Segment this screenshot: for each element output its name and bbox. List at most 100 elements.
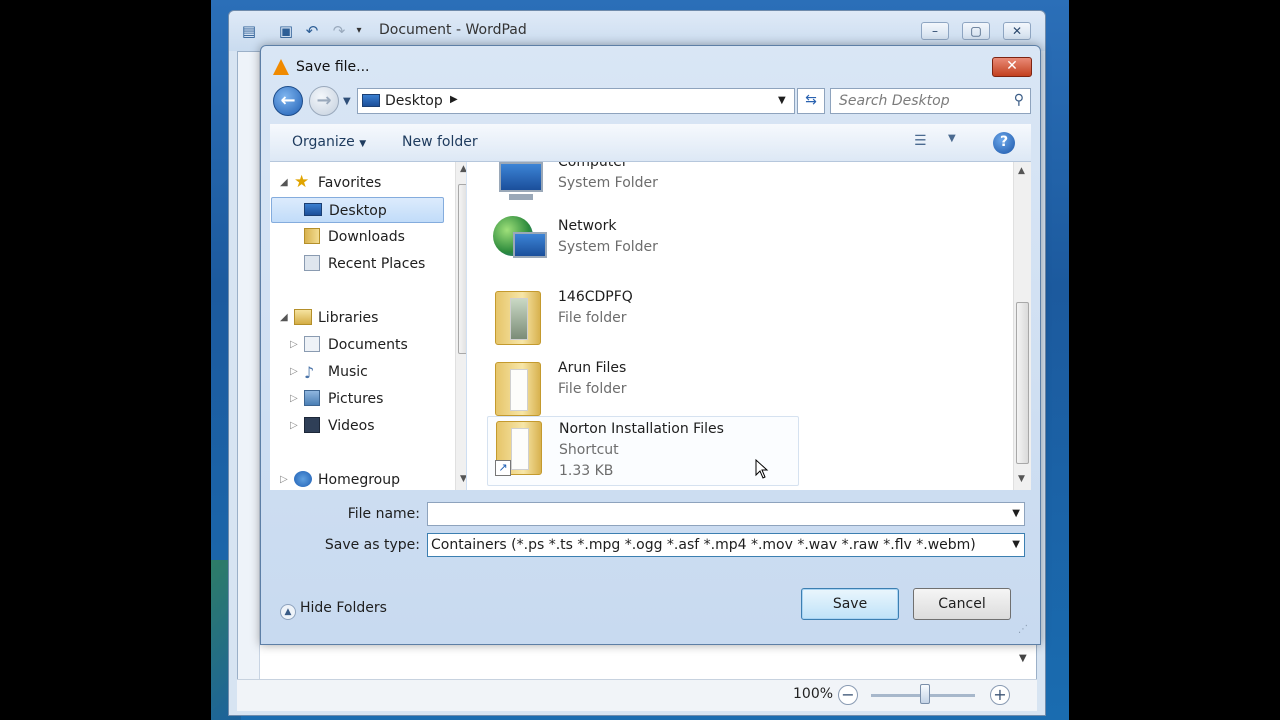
nav-music[interactable]: ▷ ♪ Music (270, 359, 450, 385)
save-type-dropdown-icon[interactable]: ▼ (1012, 539, 1020, 550)
recent-places-icon (304, 255, 320, 271)
pictures-icon (304, 390, 320, 406)
collapse-icon[interactable]: ◢ (280, 170, 288, 196)
dialog-titlebar: Save file... ✕ (261, 46, 1040, 86)
organize-button[interactable]: Organize ▼ (292, 134, 366, 150)
file-type: File folder (558, 381, 627, 397)
scroll-up-icon[interactable]: ▲ (1018, 166, 1025, 176)
nav-homegroup-label: Homegroup (318, 472, 401, 488)
save-type-label: Save as type: (324, 537, 420, 553)
list-item[interactable]: ↗ Norton Installation Files Shortcut 1.3… (487, 416, 799, 486)
file-scrollbar-thumb[interactable] (1016, 302, 1029, 464)
nav-documents[interactable]: ▷ Documents (270, 332, 450, 358)
zoom-slider-thumb[interactable] (920, 684, 930, 704)
nav-scrollbar[interactable]: ▲ ▼ (455, 162, 466, 490)
zoom-out-button[interactable]: − (838, 685, 858, 705)
hide-folders-button[interactable]: ▲ Hide Folders (280, 600, 387, 620)
nav-desktop[interactable]: Desktop (271, 197, 444, 223)
change-view-icon[interactable]: ☰ (914, 133, 936, 153)
network-icon (493, 216, 547, 270)
save-type-select[interactable]: Containers (*.ps *.ts *.mpg *.ogg *.asf … (427, 533, 1025, 557)
resize-grip-icon[interactable]: ⋰ (1018, 624, 1028, 635)
nav-libraries[interactable]: ◢ Libraries (270, 305, 450, 331)
wordpad-close-button[interactable]: ✕ (1003, 22, 1031, 40)
view-dropdown-icon[interactable]: ▼ (948, 133, 970, 153)
shortcut-arrow-icon: ↗ (495, 460, 511, 476)
file-name-field[interactable]: ▼ (427, 502, 1025, 526)
wordpad-app-icon[interactable]: ▤ (239, 21, 259, 41)
address-desktop-crumb[interactable]: Desktop (385, 93, 443, 109)
save-type-value: Containers (*.ps *.ts *.mpg *.ogg *.asf … (431, 537, 976, 553)
refresh-button[interactable]: ⇆ (797, 88, 825, 114)
search-input[interactable]: Search Desktop (839, 93, 950, 109)
vlc-cone-icon (273, 59, 289, 75)
file-type: Shortcut (559, 442, 619, 458)
expand-icon[interactable]: ▷ (290, 386, 298, 412)
maximize-button[interactable]: ▢ (962, 22, 990, 40)
file-name: Computer (558, 162, 628, 170)
back-button[interactable]: ← (273, 86, 303, 116)
nav-downloads[interactable]: Downloads (270, 224, 450, 250)
nav-recent-places-label: Recent Places (328, 256, 426, 272)
save-file-dialog: Save file... ✕ ← → ▼ Desktop ▶ ▼ ⇆ Searc… (260, 45, 1041, 645)
nav-videos[interactable]: ▷ Videos (270, 413, 450, 439)
nav-downloads-label: Downloads (328, 229, 405, 245)
nav-favorites[interactable]: ◢ ★ Favorites (270, 170, 450, 196)
nav-recent-places[interactable]: Recent Places (270, 251, 450, 277)
list-item[interactable]: Network System Folder (487, 212, 799, 280)
dialog-title: Save file... (296, 59, 370, 75)
save-quick-icon[interactable]: ▣ (276, 21, 296, 41)
list-item[interactable]: Arun Files File folder (487, 354, 799, 422)
dialog-close-button[interactable]: ✕ (992, 57, 1032, 77)
expand-icon[interactable]: ▷ (290, 413, 298, 439)
file-name-label: File name: (347, 506, 420, 522)
minimize-button[interactable]: – (921, 22, 949, 40)
nav-homegroup[interactable]: ▷ Homegroup (270, 467, 450, 490)
nav-pictures-label: Pictures (328, 391, 384, 407)
redo-icon[interactable]: ↷ (329, 21, 349, 41)
scroll-up-icon[interactable]: ▲ (460, 164, 466, 174)
search-icon[interactable]: ⚲ (1014, 92, 1024, 108)
computer-icon (493, 162, 545, 214)
nav-desktop-label: Desktop (329, 203, 387, 219)
chevron-up-icon: ▲ (280, 604, 296, 620)
mouse-cursor-icon (755, 458, 769, 479)
scroll-down-icon[interactable]: ▼ (460, 474, 466, 484)
save-button[interactable]: Save (801, 588, 899, 620)
zoom-in-button[interactable]: + (990, 685, 1010, 705)
cancel-button[interactable]: Cancel (913, 588, 1011, 620)
file-list-scrollbar[interactable]: ▲ ▼ (1013, 162, 1031, 490)
expand-icon[interactable]: ▷ (280, 467, 288, 490)
breadcrumb-arrow-icon[interactable]: ▶ (450, 94, 458, 105)
zoom-level: 100% (793, 686, 834, 702)
desktop-icon (362, 94, 380, 107)
file-type: System Folder (558, 175, 658, 191)
nav-scrollbar-thumb[interactable] (458, 184, 466, 354)
scroll-down-icon[interactable]: ▼ (1019, 653, 1027, 664)
quick-access-dropdown-icon[interactable]: ▾ (349, 21, 369, 41)
search-box[interactable]: Search Desktop ⚲ (830, 88, 1031, 114)
file-name: 146CDPFQ (558, 289, 633, 305)
command-bar: Organize ▼ New folder ☰ ▼ ? (270, 124, 1031, 162)
expand-icon[interactable]: ▷ (290, 359, 298, 385)
expand-icon[interactable]: ▷ (290, 332, 298, 358)
file-name-dropdown-icon[interactable]: ▼ (1012, 508, 1020, 519)
list-item[interactable]: 146CDPFQ File folder (487, 283, 799, 351)
nav-pictures[interactable]: ▷ Pictures (270, 386, 450, 412)
new-folder-button[interactable]: New folder (402, 134, 478, 150)
file-list: Computer System Folder Network System Fo… (467, 162, 1031, 490)
navigation-pane: ◢ ★ Favorites Desktop Downloads Recent P… (270, 162, 466, 490)
status-bar: 100% − + (237, 679, 1037, 711)
address-dropdown-icon[interactable]: ▼ (778, 95, 786, 106)
list-item[interactable]: Computer System Folder (487, 162, 799, 216)
collapse-icon[interactable]: ◢ (280, 305, 288, 331)
scroll-down-icon[interactable]: ▼ (1018, 474, 1025, 484)
recent-locations-dropdown-icon[interactable]: ▼ (343, 96, 351, 107)
desktop-icon (304, 203, 322, 216)
folder-icon (495, 362, 541, 416)
address-bar[interactable]: Desktop ▶ ▼ (357, 88, 795, 114)
videos-icon (304, 417, 320, 433)
forward-button[interactable]: → (309, 86, 339, 116)
help-icon[interactable]: ? (993, 132, 1015, 154)
undo-icon[interactable]: ↶ (302, 21, 322, 41)
